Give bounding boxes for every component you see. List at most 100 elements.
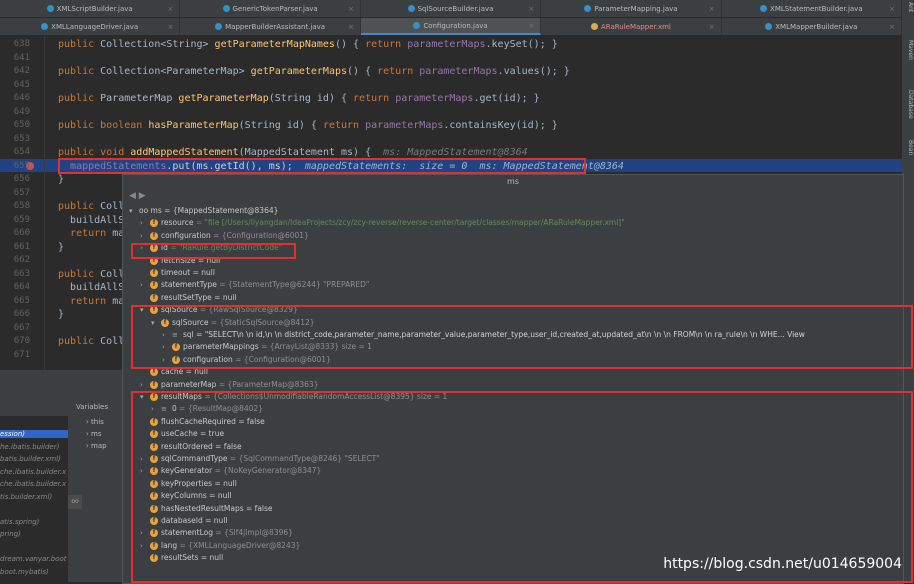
editor-tab-bar-top: XMLScriptBuilder.java × GenericTokenParser… <box>0 0 903 18</box>
tree-row[interactable]: f timeout = null <box>140 267 215 279</box>
field-value: = {ParameterMap@8363} <box>218 379 319 389</box>
editor-tab-label: GenericTokenParser.java <box>232 4 318 13</box>
close-icon[interactable]: × <box>709 5 715 13</box>
line-number: 642 <box>13 66 30 76</box>
field-value: = {StatementType@6244} "PREPARED" <box>219 280 370 290</box>
inline-debug-value: ms: MappedStatement@8364 <box>383 147 528 158</box>
code-line: buildAllSt <box>58 214 131 226</box>
variable-root-label: oo ms = {MappedStatement@8364} <box>139 206 279 215</box>
annotation-highlight-fields <box>131 391 913 583</box>
java-file-icon <box>215 23 223 30</box>
stack-frame[interactable]: che.ibatis.builder.x <box>0 468 68 476</box>
code-line: } <box>58 309 65 320</box>
stack-frame[interactable]: batis.builder.xml) <box>0 455 68 463</box>
code-line: return map <box>70 228 131 239</box>
expand-down-icon[interactable]: ▾ <box>129 205 139 217</box>
tree-row[interactable]: › f statementType = {StatementType@6244} "… <box>140 279 369 291</box>
watches-button[interactable]: oo <box>68 495 82 509</box>
expand-right-icon[interactable]: › <box>140 217 150 229</box>
line-number: 656 <box>13 174 30 184</box>
tree-row[interactable]: ▾ oo ms = {MappedStatement@8364} <box>129 205 278 217</box>
line-number: 665 <box>13 295 30 306</box>
line-number: 670 <box>13 336 30 346</box>
tree-row[interactable]: f resultSetType = null <box>140 292 237 304</box>
field-icon: f <box>150 219 158 228</box>
close-icon[interactable]: × <box>168 5 174 13</box>
stack-frame[interactable]: atis.spring) <box>0 518 68 526</box>
variable-row[interactable]: › ms <box>86 430 102 438</box>
tree-row[interactable]: › f resource = "file [/Users/liyangdan/Ide… <box>140 217 625 229</box>
editor-tab[interactable]: GenericTokenParser.java × <box>180 0 361 17</box>
annotation-highlight-id <box>131 243 296 259</box>
editor-tab[interactable]: XMLScriptBuilder.java × <box>0 0 181 17</box>
stack-frame[interactable]: dream.vanyar.boot <box>0 555 68 563</box>
annotation-highlight-line-655 <box>58 158 586 174</box>
editor-tab[interactable]: MapperBuilderAssistant.java × <box>180 18 361 35</box>
stack-frame[interactable]: tis.builder.xml) <box>0 493 68 501</box>
line-number: 659 <box>13 214 30 225</box>
popup-toolbar: ◀ ▶ <box>129 191 146 201</box>
editor-tab[interactable]: XMLStatementBuilder.java × <box>722 0 903 17</box>
java-file-icon <box>222 5 230 12</box>
frames-list[interactable]: ession) he.ibatis.builder) batis.builder.x… <box>0 416 68 582</box>
java-file-icon <box>590 23 598 30</box>
close-icon[interactable]: × <box>528 22 534 30</box>
editor-tab-label: XMLLanguageDriver.java <box>51 22 139 31</box>
field-name: timeout <box>161 268 191 277</box>
editor-tab-bar-bottom: XMLLanguageDriver.java × MapperBuilderAssi… <box>0 18 903 36</box>
tool-window-ant[interactable]: Ant <box>902 2 914 12</box>
expand-right-icon[interactable]: › <box>140 279 150 291</box>
java-file-icon <box>41 23 49 30</box>
editor-tab[interactable]: ARaRuleMapper.xml × <box>541 18 722 35</box>
variable-name: map <box>91 442 107 450</box>
editor-tab[interactable]: ParameterMapping.java × <box>541 0 722 17</box>
close-icon[interactable]: × <box>348 5 354 13</box>
close-icon[interactable]: × <box>709 23 715 31</box>
editor-tab[interactable]: SqlSourceBuilder.java × <box>361 0 542 17</box>
line-number: 662 <box>13 255 30 265</box>
close-icon[interactable]: × <box>168 23 174 31</box>
tree-row[interactable]: › f parameterMap = {ParameterMap@8363} <box>140 379 318 391</box>
java-file-icon <box>413 22 421 29</box>
stack-frame[interactable]: he.ibatis.builder) <box>0 443 68 451</box>
back-arrow-icon[interactable]: ◀ <box>129 191 136 201</box>
code-line: return map <box>70 295 131 307</box>
editor-tab[interactable]: XMLLanguageDriver.java × <box>0 18 181 35</box>
editor-tab-label: ParameterMapping.java <box>594 4 678 13</box>
code-line: } <box>58 241 65 253</box>
tool-window-database[interactable]: Database <box>902 90 914 119</box>
line-number: 653 <box>13 133 30 144</box>
editor-tab[interactable]: XMLMapperBuilder.java × <box>722 18 903 35</box>
close-icon[interactable]: × <box>528 5 534 13</box>
expand-right-icon[interactable]: › <box>140 230 150 242</box>
variable-row[interactable]: › map <box>86 442 107 450</box>
editor-tab-label: XMLStatementBuilder.java <box>770 4 863 13</box>
editor-tab-label: SqlSourceBuilder.java <box>417 4 494 13</box>
tool-window-bean[interactable]: Bean <box>902 140 914 155</box>
close-icon[interactable]: × <box>889 23 895 31</box>
field-value: = "file [/Users/liyangdan/IdeaProjects/z… <box>195 218 625 228</box>
stack-frame[interactable]: che.ibatis.builder.x <box>0 480 68 488</box>
close-icon[interactable]: × <box>889 5 895 13</box>
expand-right-icon[interactable]: › <box>140 379 150 391</box>
stack-frame[interactable]: pring) <box>0 530 68 538</box>
tool-window-maven[interactable]: Maven <box>902 40 914 60</box>
line-number: 664 <box>13 282 30 292</box>
code-line: buildAllSt <box>58 282 131 293</box>
editor-tab[interactable]: Configuration.java × <box>360 18 542 35</box>
close-icon[interactable]: × <box>348 23 354 31</box>
variable-row[interactable]: › this <box>86 418 104 426</box>
line-number: 658 <box>13 201 30 211</box>
field-icon: f <box>150 269 158 277</box>
variable-name: this <box>91 418 104 426</box>
code-line: public void addMappedStatement(MappedSta… <box>58 147 528 158</box>
editor-tab-label: Configuration.java <box>423 21 488 30</box>
stack-frame[interactable]: ession) <box>0 430 68 438</box>
field-icon: f <box>150 231 158 240</box>
debug-inspect-popup[interactable]: ms ◀ ▶ ▾ oo ms = {MappedStatement@8364} › f… <box>122 174 913 584</box>
popup-title: ms <box>507 177 519 186</box>
forward-arrow-icon[interactable]: ▶ <box>139 191 146 201</box>
stack-frame[interactable]: boot.mybatis) <box>0 568 68 576</box>
tree-row[interactable]: › f configuration = {Configuration@6001} <box>140 230 309 242</box>
field-value: = null <box>214 292 237 302</box>
